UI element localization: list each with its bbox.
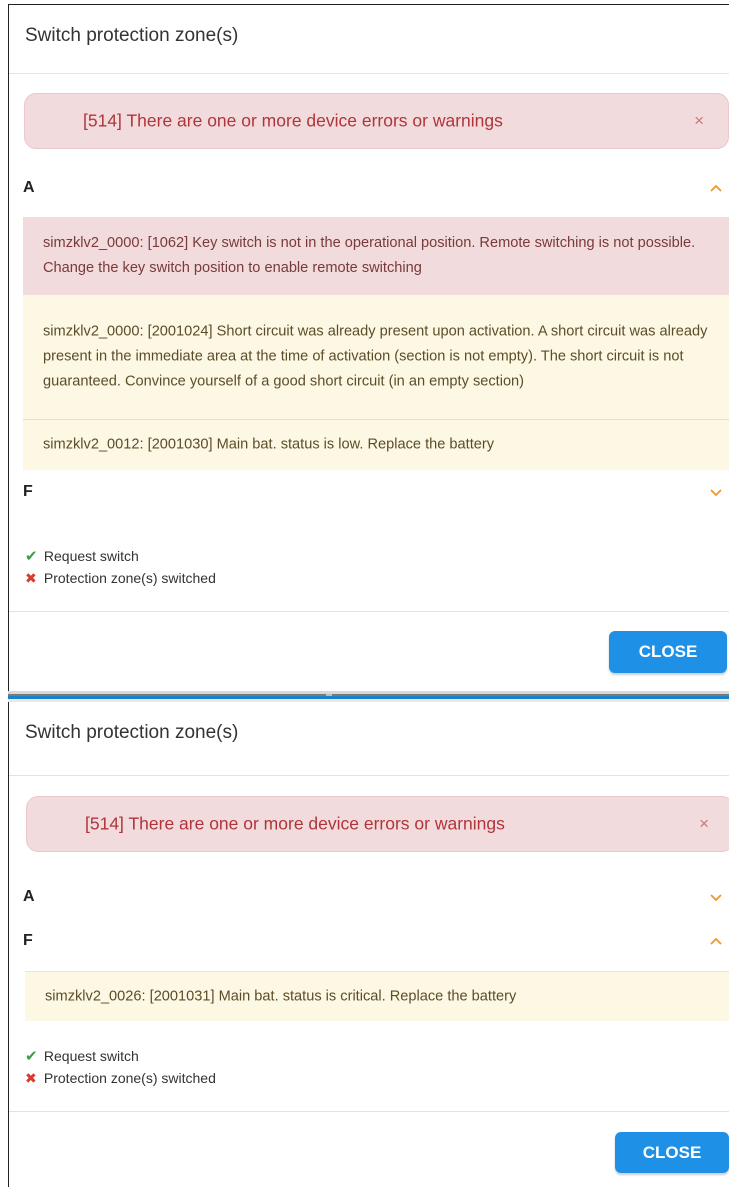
check-icon: ✔ [25, 548, 38, 565]
alert-message: [514] There are one or more device error… [85, 813, 505, 834]
status-item: ✔ Request switch [25, 1045, 216, 1067]
status-item: ✖ Protection zone(s) switched [25, 567, 216, 589]
alert-close-icon[interactable]: × [694, 111, 704, 131]
check-icon: ✔ [25, 1048, 38, 1065]
footer-divider [9, 611, 729, 612]
section-a-header[interactable]: A [23, 882, 729, 912]
section-label: F [23, 483, 33, 500]
section-label: A [23, 888, 35, 905]
section-f-header[interactable]: F [23, 477, 729, 507]
status-item: ✔ Request switch [25, 545, 216, 567]
warning-message: simzklv2_0012: [2001030] Main bat. statu… [23, 420, 729, 470]
close-button[interactable]: CLOSE [609, 631, 727, 673]
error-message: simzklv2_0000: [1062] Key switch is not … [23, 217, 729, 295]
message-text: simzklv2_0012: [2001030] Main bat. statu… [43, 436, 495, 453]
error-alert: [514] There are one or more device error… [24, 93, 729, 149]
chevron-down-icon [710, 489, 722, 497]
status-text: Protection zone(s) switched [43, 1070, 216, 1086]
switch-protection-dialog-expanded-a: Switch protection zone(s) [514] There ar… [8, 4, 729, 691]
separator-grip [326, 694, 332, 696]
status-list: ✔ Request switch ✖ Protection zone(s) sw… [25, 545, 216, 589]
alert-message: [514] There are one or more device error… [83, 110, 503, 131]
chevron-up-icon [710, 937, 722, 945]
status-text: Request switch [43, 1048, 139, 1064]
status-text: Protection zone(s) switched [43, 570, 216, 586]
dialog-title: Switch protection zone(s) [25, 722, 239, 743]
alert-close-icon[interactable]: × [699, 814, 709, 834]
section-a-header[interactable]: A [23, 173, 729, 203]
dialog-title: Switch protection zone(s) [25, 25, 239, 46]
message-text: simzklv2_0026: [2001031] Main bat. statu… [45, 988, 517, 1004]
switch-protection-dialog-expanded-f: Switch protection zone(s) [514] There ar… [8, 702, 729, 1187]
chevron-up-icon [710, 184, 722, 192]
status-item: ✖ Protection zone(s) switched [25, 1067, 216, 1089]
header-divider [9, 73, 729, 74]
section-f-header[interactable]: F [23, 926, 729, 956]
section-label: A [23, 179, 35, 196]
chevron-down-icon [710, 894, 722, 902]
message-text: simzklv2_0000: [1062] Key switch is not … [43, 235, 696, 276]
warning-message: simzklv2_0000: [2001024] Short circuit w… [23, 295, 729, 419]
close-button[interactable]: CLOSE [615, 1132, 729, 1173]
message-text: simzklv2_0000: [2001024] Short circuit w… [43, 323, 708, 390]
window-separator [8, 691, 729, 702]
error-alert: [514] There are one or more device error… [26, 796, 729, 852]
status-list: ✔ Request switch ✖ Protection zone(s) sw… [25, 1045, 216, 1089]
cross-icon: ✖ [25, 1070, 37, 1086]
footer-divider [9, 1111, 729, 1112]
cross-icon: ✖ [25, 570, 37, 586]
warning-message: simzklv2_0026: [2001031] Main bat. statu… [25, 972, 729, 1021]
status-text: Request switch [43, 548, 139, 564]
header-divider [9, 775, 729, 776]
section-label: F [23, 932, 33, 949]
